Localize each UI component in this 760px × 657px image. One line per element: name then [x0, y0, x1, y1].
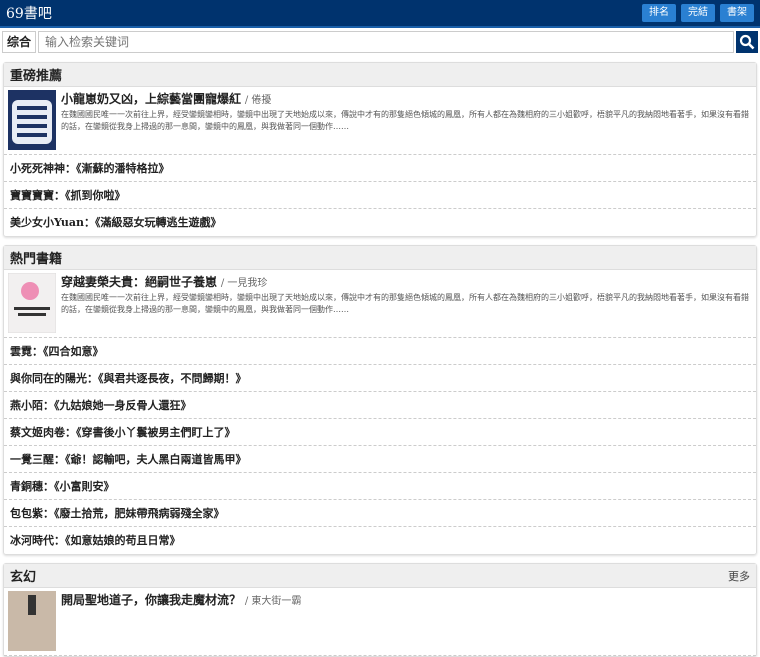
book-cover[interactable] — [8, 591, 56, 651]
list-item[interactable]: 蔡文姬肉卷：《穿書後小丫鬟被男主們盯上了》 — [4, 419, 756, 446]
bookshelf-button[interactable]: 書架 — [720, 4, 754, 22]
more-link[interactable]: 更多 — [728, 568, 750, 584]
search-input[interactable] — [38, 31, 734, 53]
book-title[interactable]: 穿越妻榮夫貴：絕嗣世子養崽 — [61, 275, 217, 289]
list-item[interactable]: 與你同在的陽光：《與君共逐長夜，不問歸期！》 — [4, 365, 756, 392]
book-title[interactable]: 小龍崽奶又凶，上綜藝當團寵爆紅 — [61, 92, 241, 106]
list-item[interactable]: 包包紫：《廢土拾荒，肥妹帶飛病弱殘全家》 — [4, 500, 756, 527]
featured-book[interactable]: 穿越妻榮夫貴：絕嗣世子養崽 / 一見我珍 在魏國國民唯一一次前往上界，經受鑾鏡鑾… — [4, 270, 756, 338]
rank-button[interactable]: 排名 — [642, 4, 676, 22]
list-item[interactable]: 一覺三醒：《爺！認輸吧，夫人黑白兩道皆馬甲》 — [4, 446, 756, 473]
featured-book[interactable]: 小龍崽奶又凶，上綜藝當團寵爆紅 / 倦擾 在魏國國民唯一一次前往上界，經受鑾鏡鑾… — [4, 87, 756, 155]
book-cover[interactable] — [8, 90, 56, 150]
book-description: 在魏國國民唯一一次前往上界，經受鑾鏡鑾相時，鑾鏡中出現了天地始成以來，傳說中才有… — [61, 110, 749, 131]
book-description: 在魏國國民唯一一次前往上界，經受鑾鏡鑾相時，鑾鏡中出現了天地始成以來，傳說中才有… — [61, 293, 749, 314]
book-cover[interactable] — [7, 272, 57, 334]
section-header: 玄幻 更多 — [4, 564, 756, 588]
book-title[interactable]: 開局聖地道子，你讓我走魔材流？ — [61, 593, 241, 607]
site-logo[interactable]: 69書吧 — [6, 3, 52, 23]
featured-book[interactable]: 開局聖地道子，你讓我走魔材流？ / 東大街一霸 — [4, 588, 756, 656]
section-title: 玄幻 — [10, 570, 37, 585]
finished-button[interactable]: 完結 — [681, 4, 715, 22]
list-item[interactable]: 小死死神神：《漸蘇的潘特格拉》 — [4, 155, 756, 182]
search-icon — [739, 34, 755, 50]
list-item[interactable]: 青銅穗：《小富則安》 — [4, 473, 756, 500]
search-bar: 综合 — [2, 30, 758, 54]
section-2: 玄幻 更多 開局聖地道子，你讓我走魔材流？ / 東大街一霸 — [3, 563, 757, 657]
book-author: / 倦擾 — [244, 95, 272, 106]
list-item[interactable]: 燕小陌：《九姑娘她一身反骨人還狂》 — [4, 392, 756, 419]
section-0: 重磅推薦 小龍崽奶又凶，上綜藝當團寵爆紅 / 倦擾 在魏國國民唯一一次前往上界，… — [3, 62, 757, 237]
search-category-select[interactable]: 综合 — [2, 31, 37, 53]
list-item[interactable]: 冰河時代：《如意姑娘的苟且日常》 — [4, 527, 756, 554]
search-button[interactable] — [736, 31, 758, 53]
section-header: 熱門書籍 — [4, 246, 756, 270]
book-author: / 東大街一霸 — [244, 596, 302, 607]
section-title: 重磅推薦 — [10, 69, 63, 84]
list-item[interactable]: 美少女小Yuan：《滿級惡女玩轉逃生遊戲》 — [4, 209, 756, 236]
book-author: / 一見我珍 — [220, 278, 268, 289]
list-item[interactable]: 雲霓：《四合如意》 — [4, 338, 756, 365]
top-bar: 69書吧 排名 完結 書架 — [0, 0, 760, 28]
section-header: 重磅推薦 — [4, 63, 756, 87]
section-title: 熱門書籍 — [10, 252, 63, 267]
section-1: 熱門書籍 穿越妻榮夫貴：絕嗣世子養崽 / 一見我珍 在魏國國民唯一一次前往上界，… — [3, 245, 757, 555]
list-item[interactable]: 寶寶寶寶：《抓到你啦》 — [4, 182, 756, 209]
